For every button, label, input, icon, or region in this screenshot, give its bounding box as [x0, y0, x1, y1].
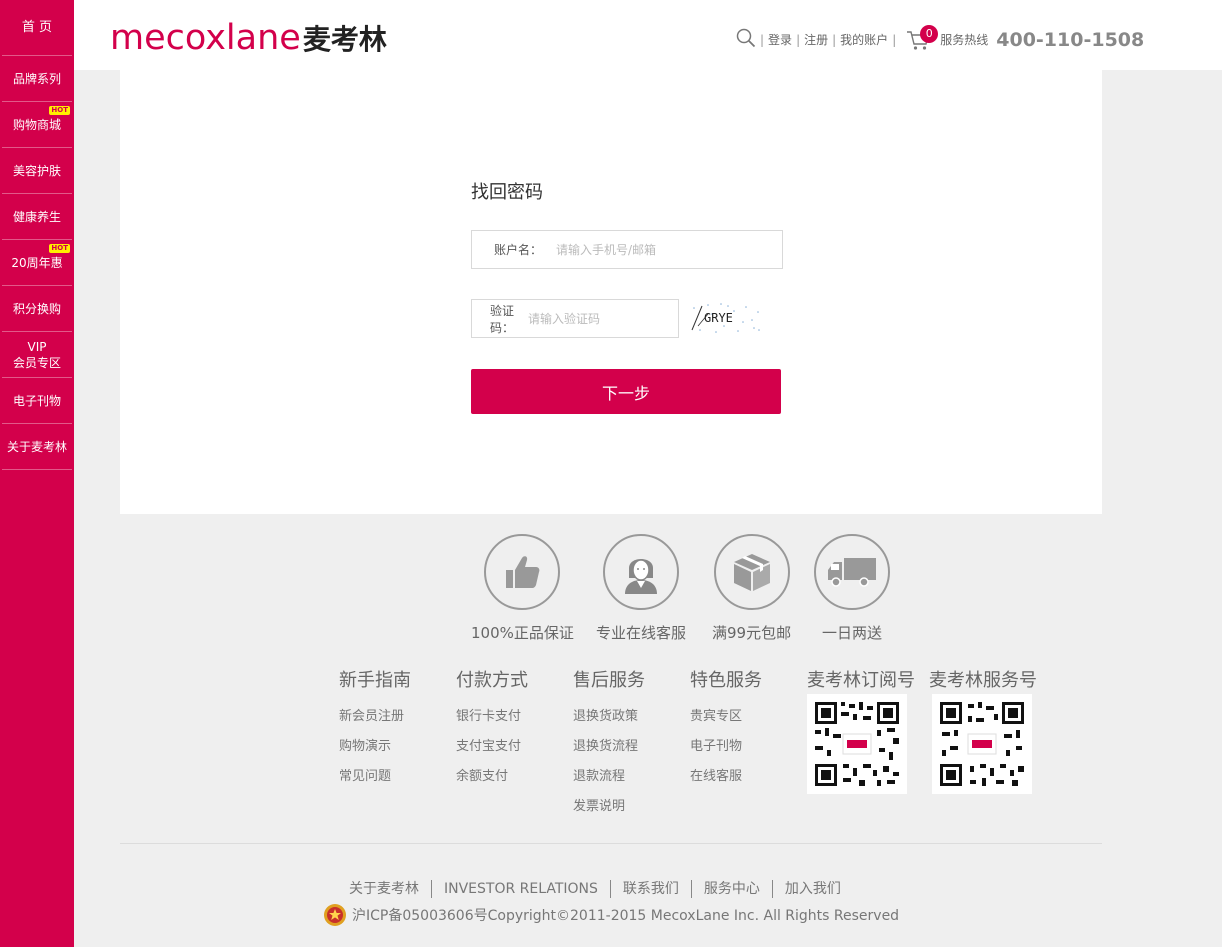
captcha-field: 验证码： — [471, 299, 679, 338]
qr-code-service — [932, 694, 1032, 794]
footer-link[interactable]: 银行卡支付 — [456, 702, 528, 732]
footer-column-title: 特色服务 — [690, 670, 762, 691]
footer-link[interactable]: 贵宾专区 — [690, 702, 762, 732]
sidebar-item-label: 美容护肤 — [12, 163, 61, 178]
account-label: 账户名： — [493, 243, 542, 257]
hotline-number: 400-110-1508 — [996, 28, 1145, 51]
hotline-label: 服务热线 — [940, 33, 989, 47]
feature-label: 专业在线客服 — [596, 624, 687, 642]
hot-badge: HOT — [49, 244, 70, 253]
captcha-label: 验证码： — [489, 303, 514, 335]
divider: | — [892, 32, 897, 47]
sidebar-item-points-exchange[interactable]: 积分换购 — [2, 286, 72, 332]
footer-column-payment: 付款方式 银行卡支付 支付宝支付 余额支付 — [456, 666, 528, 792]
top-nav: | 登录 | 注册 | 我的账户 | 0 服务热线 400-110-1508 — [736, 24, 1145, 51]
thumbs-up-icon — [484, 534, 561, 610]
footer-link[interactable]: 新会员注册 — [339, 702, 411, 732]
logo-en: mecoxlane — [110, 18, 301, 58]
package-icon — [713, 534, 790, 610]
sidebar-item-label: 健康养生 — [12, 209, 61, 224]
account-field: 账户名： — [471, 230, 783, 269]
sidebar-item-label: 购物商城 — [12, 117, 61, 132]
page-title: 找回密码 — [471, 182, 543, 203]
sidebar-item-label: 电子刊物 — [12, 393, 61, 408]
qr-subscription-title: 麦考林订阅号 — [807, 670, 915, 691]
footer-link[interactable]: 发票说明 — [573, 792, 645, 822]
police-badge-icon[interactable] — [322, 902, 348, 928]
footer-link[interactable]: 退款流程 — [573, 762, 645, 792]
feature-free-shipping: 满99元包邮 — [712, 534, 791, 643]
qr-service-title: 麦考林服务号 — [929, 670, 1037, 691]
footer-column-title: 新手指南 — [339, 670, 411, 691]
feature-label: 100%正品保证 — [471, 624, 574, 642]
feature-label: 满99元包邮 — [712, 624, 792, 642]
register-link[interactable]: 注册 — [804, 31, 828, 48]
sidebar-item-label-2: 会员专区 — [12, 355, 61, 370]
feature-label: 一日两送 — [821, 624, 882, 642]
next-step-button[interactable]: 下一步 — [471, 369, 781, 414]
feature-genuine: 100%正品保证 — [471, 534, 574, 643]
footer-link[interactable]: 购物演示 — [339, 732, 411, 762]
captcha-text: GRYE — [704, 311, 733, 325]
bottom-links: 关于麦考林 INVESTOR RELATIONS 联系我们 服务中心 加入我们 — [337, 880, 853, 898]
footer-link[interactable]: 在线客服 — [690, 762, 762, 792]
footer-column-title: 付款方式 — [456, 670, 528, 691]
qr-code-subscription — [807, 694, 907, 794]
sidebar-item-shopping-mall[interactable]: HOT 购物商城 — [2, 102, 72, 148]
sidebar-item-label: VIP — [27, 339, 47, 354]
sidebar-item-vip[interactable]: VIP 会员专区 — [2, 332, 72, 378]
header: mecoxlane 麦考林 | 登录 | 注册 | 我的账户 | 0 服务热线 … — [74, 0, 1222, 70]
sidebar-item-beauty-skincare[interactable]: 美容护肤 — [2, 148, 72, 194]
logo-cn: 麦考林 — [302, 23, 387, 56]
cart-count-badge: 0 — [920, 24, 939, 43]
footer-link[interactable]: 常见问题 — [339, 762, 411, 792]
sidebar-item-label: 首 页 — [21, 19, 53, 35]
logo[interactable]: mecoxlane 麦考林 — [110, 16, 387, 60]
footer-divider — [120, 843, 1102, 844]
cart-button[interactable]: 0 — [906, 24, 939, 51]
truck-icon — [814, 534, 890, 610]
search-icon[interactable] — [736, 28, 756, 51]
divider: | — [796, 32, 801, 47]
login-link[interactable]: 登录 — [768, 31, 792, 48]
divider: | — [760, 32, 765, 47]
sidebar-item-e-magazine[interactable]: 电子刊物 — [2, 378, 72, 424]
feature-delivery: 一日两送 — [814, 534, 890, 643]
copyright-text: 沪ICP备05003606号Copyright©2011-2015 MecoxL… — [352, 908, 900, 924]
sidebar-item-home[interactable]: 首 页 — [2, 0, 72, 56]
copyright: 沪ICP备05003606号Copyright©2011-2015 MecoxL… — [322, 902, 899, 928]
footer-column-after-sales: 售后服务 退换货政策 退换货流程 退款流程 发票说明 — [573, 666, 645, 822]
bottom-link-about[interactable]: 关于麦考林 — [337, 880, 432, 898]
sidebar-item-label: 积分换购 — [12, 301, 61, 316]
bottom-link-contact[interactable]: 联系我们 — [611, 880, 692, 898]
bottom-link-investor-relations[interactable]: INVESTOR RELATIONS — [432, 880, 611, 898]
sidebar-item-anniversary[interactable]: HOT 20周年惠 — [2, 240, 72, 286]
sidebar-item-label: 关于麦考林 — [6, 439, 67, 454]
footer-column-special: 特色服务 贵宾专区 电子刊物 在线客服 — [690, 666, 762, 792]
feature-customer-service: 专业在线客服 — [596, 534, 686, 643]
sidebar-item-brand-series[interactable]: 品牌系列 — [2, 56, 72, 102]
my-account-link[interactable]: 我的账户 — [840, 31, 888, 48]
account-input[interactable] — [556, 242, 782, 257]
sidebar-item-label: 品牌系列 — [12, 71, 61, 86]
footer-link[interactable]: 退换货政策 — [573, 702, 645, 732]
hot-badge: HOT — [49, 106, 70, 115]
footer-link[interactable]: 电子刊物 — [690, 732, 762, 762]
sidebar-item-label: 20周年惠 — [11, 255, 63, 270]
captcha-input[interactable] — [528, 311, 678, 326]
bottom-link-service-center[interactable]: 服务中心 — [692, 880, 773, 898]
customer-service-icon — [603, 534, 679, 610]
sidebar-item-about[interactable]: 关于麦考林 — [2, 424, 72, 470]
footer-link[interactable]: 退换货流程 — [573, 732, 645, 762]
divider: | — [832, 32, 837, 47]
sidebar-item-health[interactable]: 健康养生 — [2, 194, 72, 240]
footer-link[interactable]: 余额支付 — [456, 762, 528, 792]
footer-column-title: 售后服务 — [573, 670, 645, 691]
main-card: 找回密码 账户名： 验证码： GRYE 下一步 — [120, 70, 1102, 514]
footer-link[interactable]: 支付宝支付 — [456, 732, 528, 762]
captcha-image[interactable]: GRYE — [688, 300, 762, 336]
bottom-link-join-us[interactable]: 加入我们 — [773, 880, 853, 898]
footer-column-guide: 新手指南 新会员注册 购物演示 常见问题 — [339, 666, 411, 792]
sidebar: 首 页 品牌系列 HOT 购物商城 美容护肤 健康养生 HOT 20周年惠 积分换购… — [0, 0, 74, 947]
